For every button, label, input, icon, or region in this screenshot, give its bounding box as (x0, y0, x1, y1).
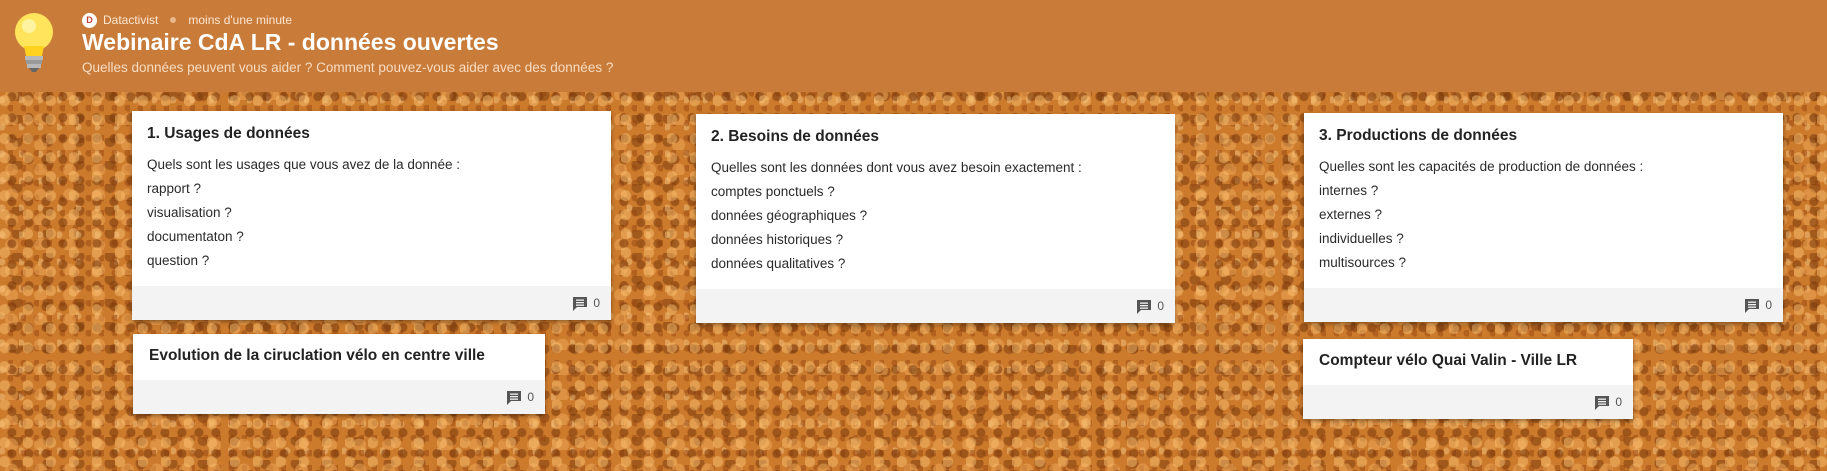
card-title: Compteur vélo Quai Valin - Ville LR (1319, 352, 1578, 369)
board-meta: D Datactivist moins d'une minute (82, 11, 292, 29)
separator-dot (170, 17, 177, 23)
card-text-line: données qualitatives ? (711, 256, 846, 271)
card-text-line: documentaton ? (147, 229, 244, 244)
card-evolution-velo[interactable]: Evolution de la ciruclation vélo en cent… (133, 334, 545, 414)
comment-icon[interactable] (1744, 298, 1760, 313)
comment-count: 0 (1157, 299, 1164, 313)
datactivist-avatar-icon[interactable]: D (82, 12, 97, 28)
board-subtitle: Quelles données peuvent vous aider ? Com… (82, 60, 614, 75)
card-text-line: internes ? (1319, 183, 1379, 198)
card-text-line: données historiques ? (711, 232, 844, 247)
card-text-line: visualisation ? (147, 205, 232, 220)
card-footer: 0 (1304, 288, 1783, 322)
comment-count: 0 (1615, 395, 1622, 409)
comment-count: 0 (527, 390, 534, 404)
card-text-line: Quels sont les usages que vous avez de l… (147, 157, 460, 172)
comment-icon[interactable] (506, 390, 522, 405)
card-title: 2. Besoins de données (711, 128, 879, 145)
card-footer: 0 (132, 286, 611, 320)
comment-icon[interactable] (1594, 395, 1610, 410)
card-usages[interactable]: 1. Usages de données Quels sont les usag… (132, 111, 611, 320)
lightbulb-icon (15, 13, 53, 72)
card-footer: 0 (1303, 385, 1633, 419)
timestamp: moins d'une minute (188, 13, 293, 27)
card-title: Evolution de la ciruclation vélo en cent… (149, 347, 485, 364)
comment-icon[interactable] (1136, 299, 1152, 314)
card-title: 3. Productions de données (1319, 127, 1518, 144)
card-text-line: question ? (147, 253, 210, 268)
card-text-line: individuelles ? (1319, 231, 1404, 246)
comment-icon[interactable] (572, 296, 588, 311)
comment-count: 0 (593, 296, 600, 310)
board-title: Webinaire CdA LR - données ouvertes (82, 29, 499, 55)
author-name[interactable]: Datactivist (103, 13, 158, 27)
card-text-line: données géographiques ? (711, 208, 868, 223)
comment-count: 0 (1765, 298, 1772, 312)
card-besoins[interactable]: 2. Besoins de données Quelles sont les d… (696, 114, 1175, 323)
card-footer: 0 (133, 380, 545, 414)
card-text-line: rapport ? (147, 181, 202, 196)
card-footer: 0 (696, 289, 1175, 323)
card-title: 1. Usages de données (147, 125, 310, 142)
card-productions[interactable]: 3. Productions de données Quelles sont l… (1304, 113, 1783, 322)
board-header: D Datactivist moins d'une minute Webinai… (0, 0, 1827, 92)
card-text-line: comptes ponctuels ? (711, 184, 835, 199)
card-text-line: externes ? (1319, 207, 1383, 222)
card-text-line: Quelles sont les données dont vous avez … (711, 160, 1082, 175)
card-text-line: multisources ? (1319, 255, 1407, 270)
card-text-line: Quelles sont les capacités de production… (1319, 159, 1644, 174)
card-compteur-velo[interactable]: Compteur vélo Quai Valin - Ville LR 0 (1303, 339, 1633, 419)
